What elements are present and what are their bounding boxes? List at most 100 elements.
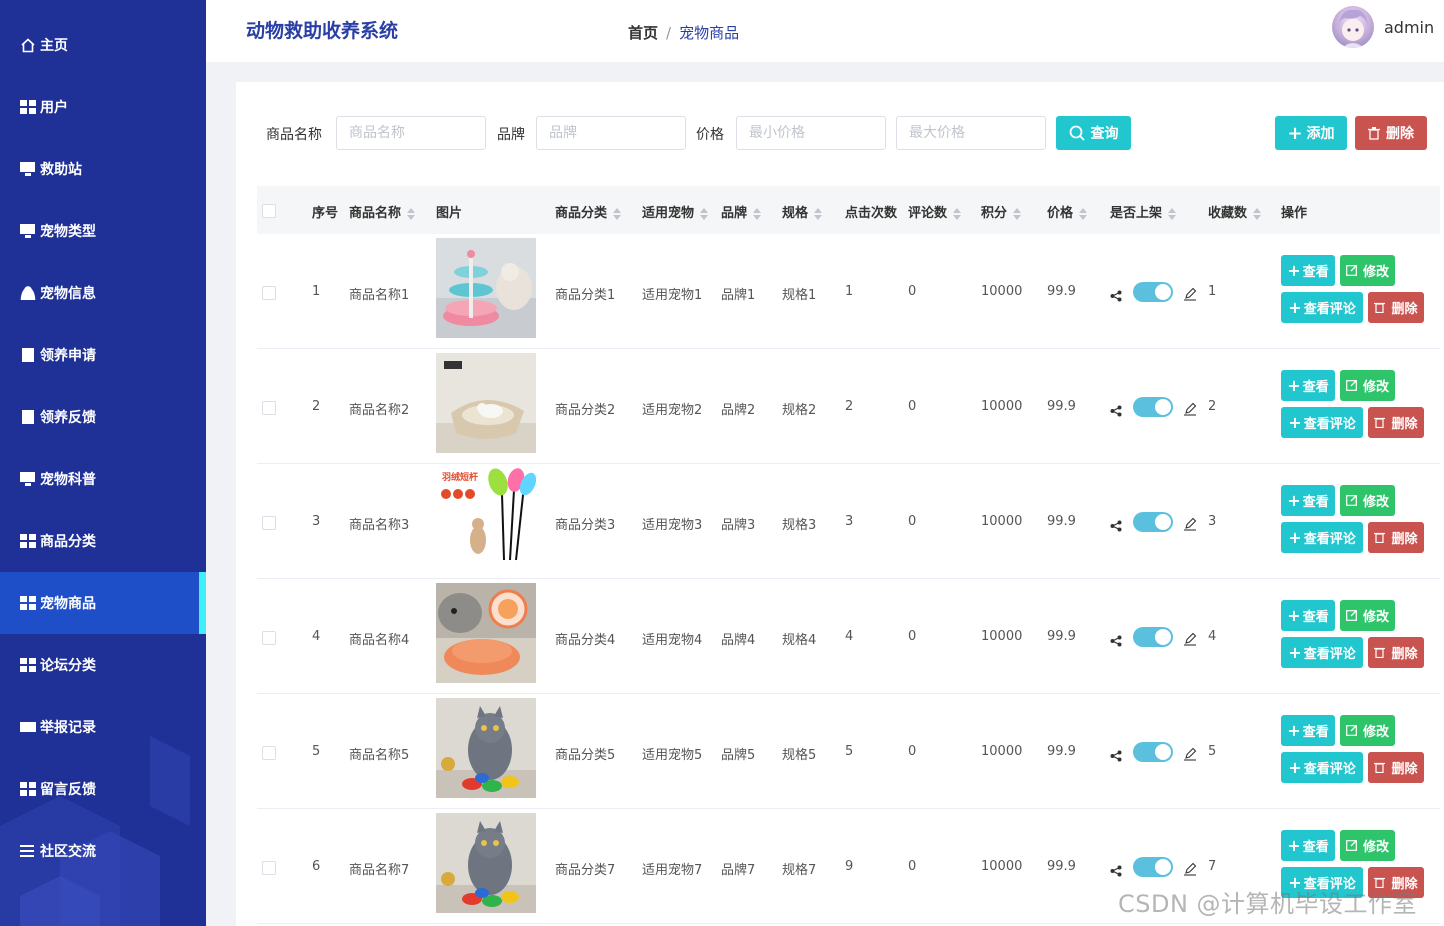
th-pet[interactable]: 适用宠物 [642,202,709,221]
avatar[interactable] [1332,6,1374,48]
sort-icon[interactable] [613,207,622,220]
min-price-input[interactable] [736,116,886,150]
edit-button[interactable]: 修改 [1340,370,1395,401]
row-delete-button-label: 删除 [1391,302,1418,317]
share-icon[interactable] [1110,632,1124,647]
edit-pencil-icon[interactable] [1183,286,1197,301]
name-search-input[interactable] [336,116,486,150]
view-button[interactable]: + 查看 [1281,830,1335,861]
sidebar-item[interactable]: 论坛分类 [0,634,206,696]
view-button[interactable]: + 查看 [1281,370,1335,401]
th-name[interactable]: 商品名称 [349,202,416,221]
row-checkbox[interactable] [262,861,276,875]
sort-icon[interactable] [407,207,416,220]
view-comments-button[interactable]: + 查看评论 [1281,407,1363,438]
sort-icon[interactable] [700,207,709,220]
sidebar-item[interactable]: 宠物科普 [0,448,206,510]
sidebar-item-label: 论坛分类 [40,658,96,674]
product-image [436,583,536,683]
view-comments-button[interactable]: + 查看评论 [1281,292,1363,323]
edit-pencil-icon[interactable] [1183,516,1197,531]
row-checkbox[interactable] [262,631,276,645]
th-index: 序号 [312,206,339,221]
share-icon[interactable] [1110,402,1124,417]
cell-price: 99.9 [1047,284,1076,299]
sidebar-item[interactable]: 留言反馈 [0,758,206,820]
username[interactable]: admin [1384,18,1434,37]
share-icon[interactable] [1110,517,1124,532]
sidebar-item[interactable]: 举报记录 [0,696,206,758]
on-sale-toggle[interactable] [1133,742,1173,762]
edit-button[interactable]: 修改 [1340,600,1395,631]
th-on-sale[interactable]: 是否上架 [1110,202,1177,221]
sidebar-item[interactable]: 领养申请 [0,324,206,386]
max-price-input[interactable] [896,116,1046,150]
edit-button[interactable]: 修改 [1340,830,1395,861]
sort-icon[interactable] [753,207,762,220]
edit-button[interactable]: 修改 [1340,255,1395,286]
view-comments-button[interactable]: + 查看评论 [1281,522,1363,553]
view-button[interactable]: + 查看 [1281,255,1335,286]
query-button[interactable]: 查询 [1056,116,1131,150]
sort-icon[interactable] [1168,207,1177,220]
view-comments-button[interactable]: + 查看评论 [1281,637,1363,668]
th-brand[interactable]: 品牌 [721,202,762,221]
edit-pencil-icon[interactable] [1183,861,1197,876]
view-comments-button[interactable]: + 查看评论 [1281,752,1363,783]
edit-pencil-icon[interactable] [1183,401,1197,416]
th-category[interactable]: 商品分类 [555,202,622,221]
row-delete-button[interactable]: 删除 [1368,292,1424,323]
sidebar-item[interactable]: 救助站 [0,138,206,200]
brand-search-input[interactable] [536,116,686,150]
row-delete-button[interactable]: 删除 [1368,752,1424,783]
breadcrumb-home[interactable]: 首页 [628,24,658,42]
row-checkbox[interactable] [262,516,276,530]
th-price[interactable]: 价格 [1047,202,1088,221]
row-checkbox[interactable] [262,401,276,415]
sidebar-item[interactable]: 宠物类型 [0,200,206,262]
row-delete-button[interactable]: 删除 [1368,637,1424,668]
on-sale-toggle[interactable] [1133,512,1173,532]
sort-icon[interactable] [1013,207,1022,220]
sort-icon[interactable] [1253,207,1262,220]
sort-icon[interactable] [953,207,962,220]
delete-button[interactable]: 删除 [1355,116,1427,150]
row-delete-button[interactable]: 删除 [1368,522,1424,553]
on-sale-toggle[interactable] [1133,282,1173,302]
on-sale-toggle[interactable] [1133,857,1173,877]
share-icon[interactable] [1110,862,1124,877]
th-spec[interactable]: 规格 [782,202,823,221]
row-checkbox[interactable] [262,746,276,760]
edit-pencil-icon[interactable] [1183,746,1197,761]
sidebar-item[interactable]: 商品分类 [0,510,206,572]
sidebar-item[interactable]: 领养反馈 [0,386,206,448]
view-button[interactable]: + 查看 [1281,485,1335,516]
cell-clicks: 2 [845,399,854,414]
edit-button[interactable]: 修改 [1340,715,1395,746]
sidebar-item[interactable]: 社区交流 [0,820,206,882]
sidebar-item[interactable]: 宠物商品 [0,572,206,634]
view-button[interactable]: + 查看 [1281,600,1335,631]
view-button[interactable]: + 查看 [1281,715,1335,746]
sort-icon[interactable] [1079,207,1088,220]
select-all-checkbox[interactable] [262,204,276,218]
th-points[interactable]: 积分 [981,202,1022,221]
sort-icon[interactable] [814,207,823,220]
share-icon[interactable] [1110,747,1124,762]
sidebar-item[interactable]: 宠物信息 [0,262,206,324]
edit-pencil-icon[interactable] [1183,631,1197,646]
share-icon[interactable] [1110,287,1124,302]
document-icon [20,410,36,424]
sidebar-item-label: 宠物信息 [40,286,96,302]
sidebar-item[interactable]: 用户 [0,76,206,138]
sidebar-item[interactable]: 主页 [0,14,206,76]
row-checkbox[interactable] [262,286,276,300]
cell-comments: 0 [908,514,917,529]
edit-button[interactable]: 修改 [1340,485,1395,516]
on-sale-toggle[interactable] [1133,397,1173,417]
row-delete-button[interactable]: 删除 [1368,407,1424,438]
th-comments[interactable]: 评论数 [908,202,962,221]
add-button[interactable]: + 添加 [1275,116,1347,150]
th-favorites[interactable]: 收藏数 [1208,202,1262,221]
on-sale-toggle[interactable] [1133,627,1173,647]
